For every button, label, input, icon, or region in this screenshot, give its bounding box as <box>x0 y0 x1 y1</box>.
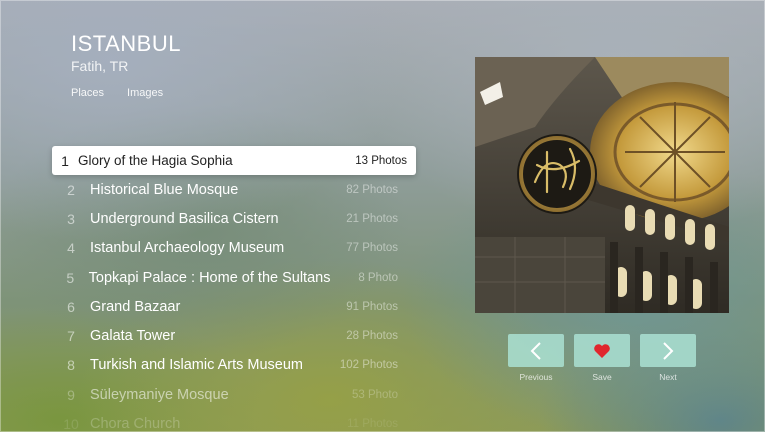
place-title: Istanbul Archaeology Museum <box>90 240 285 257</box>
save-button[interactable] <box>574 334 630 367</box>
place-number: 9 <box>67 386 75 403</box>
chevron-right-icon <box>663 341 674 360</box>
previous-button[interactable] <box>508 334 564 367</box>
photo-count: 8 Photo <box>358 271 398 284</box>
tab-places[interactable]: Places <box>71 87 104 99</box>
app-screen: ISTANBUL Fatih, TR Places Images 1 Glory… <box>0 0 765 432</box>
place-row-3[interactable]: 3 Underground Basilica Cistern 21 Photos <box>52 204 416 233</box>
place-title: Topkapi Palace : Home of the Sultans <box>88 269 331 286</box>
place-row-7[interactable]: 7 Galata Tower 28 Photos <box>52 321 416 350</box>
place-row-5[interactable]: 5 Topkapi Palace : Home of the Sultans 8… <box>52 263 416 292</box>
place-title: Chora Church <box>90 416 181 432</box>
place-number: 8 <box>67 357 75 374</box>
place-title: Glory of the Hagia Sophia <box>78 153 233 168</box>
place-row-1[interactable]: 1 Glory of the Hagia Sophia 13 Photos <box>52 146 416 175</box>
photo-count: 91 Photos <box>346 300 398 313</box>
next-label: Next <box>659 372 677 382</box>
places-list: 1 Glory of the Hagia Sophia 13 Photos 2 … <box>52 146 416 432</box>
hagia-sophia-interior-image <box>475 57 729 313</box>
place-title: Historical Blue Mosque <box>90 181 239 198</box>
photo-count: 28 Photos <box>346 330 398 343</box>
place-number: 7 <box>67 328 75 345</box>
photo-count: 11 Photos <box>347 418 398 431</box>
chevron-left-icon <box>530 341 541 360</box>
place-number: 6 <box>67 298 75 315</box>
photo-count: 53 Photo <box>351 388 398 401</box>
place-row-8[interactable]: 8 Turkish and Islamic Arts Museum 102 Ph… <box>52 351 416 380</box>
place-row-10[interactable]: 10 Chora Church 11 Photos <box>52 409 416 432</box>
city-title: ISTANBUL <box>71 31 181 56</box>
save-control: Save <box>574 334 630 382</box>
photo-controls: Previous Save Next <box>508 334 696 382</box>
place-photo <box>475 57 729 313</box>
tab-images[interactable]: Images <box>127 87 163 99</box>
photo-count: 21 Photos <box>346 212 398 225</box>
place-title: Galata Tower <box>90 328 176 345</box>
photo-count: 77 Photos <box>346 242 398 255</box>
place-row-2[interactable]: 2 Historical Blue Mosque 82 Photos <box>52 175 416 204</box>
place-number: 10 <box>63 416 79 432</box>
next-control: Next <box>640 334 696 382</box>
place-row-6[interactable]: 6 Grand Bazaar 91 Photos <box>52 292 416 321</box>
place-title: Grand Bazaar <box>90 298 181 315</box>
previous-control: Previous <box>508 334 564 382</box>
place-number: 4 <box>67 240 75 257</box>
place-number: 2 <box>67 181 75 198</box>
photo-count: 13 Photos <box>355 154 407 167</box>
heart-icon <box>594 343 610 358</box>
place-row-4[interactable]: 4 Istanbul Archaeology Museum 77 Photos <box>52 234 416 263</box>
location-subtitle: Fatih, TR <box>71 58 129 74</box>
place-title: Turkish and Islamic Arts Museum <box>90 357 303 374</box>
place-number: 5 <box>66 269 75 286</box>
place-number: 1 <box>61 152 69 169</box>
place-row-9[interactable]: 9 Süleymaniye Mosque 53 Photo <box>52 380 416 409</box>
save-label: Save <box>592 372 612 382</box>
tab-bar: Places Images <box>71 87 163 99</box>
place-title: Underground Basilica Cistern <box>90 210 279 227</box>
place-title: Süleymaniye Mosque <box>90 386 229 403</box>
next-button[interactable] <box>640 334 696 367</box>
photo-count: 82 Photos <box>346 183 398 196</box>
place-number: 3 <box>67 210 75 227</box>
photo-count: 102 Photos <box>339 359 398 372</box>
previous-label: Previous <box>519 372 553 382</box>
